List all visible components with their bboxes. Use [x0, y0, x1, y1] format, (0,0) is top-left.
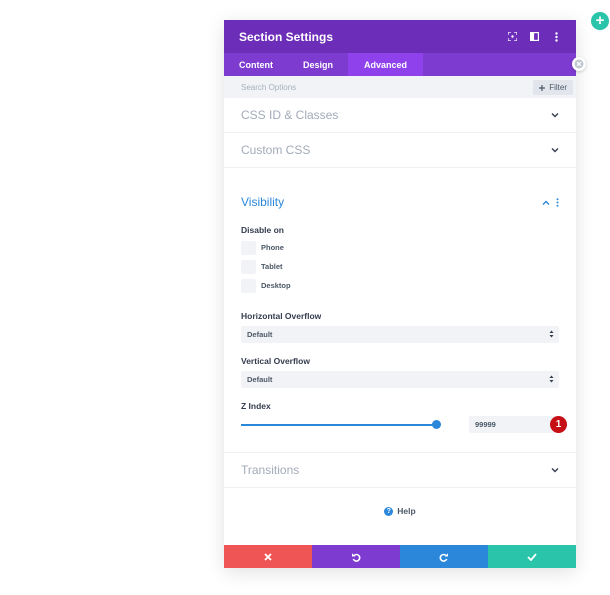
vertical-overflow-select[interactable]: Default	[241, 371, 559, 388]
checkbox-row-phone[interactable]: Phone	[224, 238, 576, 257]
z-index-input[interactable]: 99999	[469, 416, 557, 433]
search-input[interactable]: Search Options	[241, 83, 296, 92]
z-index-slider[interactable]	[241, 424, 440, 426]
phone-checkbox[interactable]	[241, 240, 256, 255]
toggle-label: Transitions	[241, 463, 300, 477]
modal-header: Section Settings	[224, 20, 576, 53]
modal-title: Section Settings	[239, 29, 334, 44]
toggle-transitions[interactable]: Transitions	[224, 453, 576, 488]
z-index-control: 99999 1	[224, 416, 576, 434]
expand-icon[interactable]	[507, 31, 517, 43]
toggle-label: CSS ID & Classes	[241, 108, 339, 122]
select-arrows-icon	[549, 375, 554, 383]
help-icon: ?	[384, 506, 394, 516]
modal-footer	[224, 545, 576, 568]
undo-icon	[352, 552, 361, 562]
sidebar-toggle-icon[interactable]	[529, 31, 539, 43]
search-options-bar[interactable]: Search Options Filter	[224, 76, 576, 98]
disable-on-label: Disable on	[241, 225, 284, 235]
desktop-checkbox[interactable]	[241, 278, 256, 293]
select-value: Default	[247, 330, 273, 339]
toggle-visibility[interactable]: Visibility	[224, 168, 576, 212]
chevron-up-icon[interactable]	[542, 200, 550, 206]
slider-fill	[241, 424, 436, 426]
vertical-overflow-label: Vertical Overflow	[241, 356, 310, 366]
slider-handle[interactable]	[432, 420, 441, 429]
checkbox-label: Phone	[261, 243, 284, 252]
tab-advanced[interactable]: Advanced	[348, 53, 424, 76]
close-icon	[574, 59, 584, 69]
save-icon	[527, 552, 537, 561]
redo-button[interactable]	[400, 545, 488, 568]
checkbox-row-tablet[interactable]: Tablet	[224, 257, 576, 276]
redo-icon	[439, 552, 448, 562]
checkbox-label: Desktop	[261, 281, 291, 290]
horizontal-overflow-select[interactable]: Default	[241, 326, 559, 343]
undo-button[interactable]	[312, 545, 400, 568]
chevron-down-icon	[551, 148, 559, 153]
plus-icon	[539, 84, 546, 91]
more-options-icon[interactable]	[551, 31, 561, 43]
tablet-checkbox[interactable]	[241, 259, 256, 274]
horizontal-overflow-label: Horizontal Overflow	[241, 311, 322, 321]
toggle-label: Custom CSS	[241, 143, 311, 157]
settings-tabs: Content Design Advanced	[224, 53, 576, 76]
filter-button[interactable]: Filter	[533, 80, 573, 95]
more-options-icon[interactable]	[556, 198, 559, 207]
add-module-button[interactable]: +	[591, 12, 609, 30]
tab-content[interactable]: Content	[224, 53, 288, 76]
filter-label: Filter	[549, 83, 567, 92]
visibility-title: Visibility	[241, 195, 285, 209]
tab-design[interactable]: Design	[288, 53, 348, 76]
step-marker-badge: 1	[550, 416, 567, 433]
cancel-button[interactable]	[224, 545, 312, 568]
select-arrows-icon	[549, 330, 554, 338]
cancel-icon	[264, 552, 272, 561]
close-modal-button[interactable]	[572, 57, 586, 71]
chevron-down-icon	[551, 468, 559, 473]
help-link[interactable]: ? Help	[224, 501, 576, 521]
checkbox-label: Tablet	[261, 262, 283, 271]
section-settings-modal: Section Settings Content Design Advanced…	[224, 20, 576, 568]
checkbox-row-desktop[interactable]: Desktop	[224, 276, 576, 295]
select-value: Default	[247, 375, 273, 384]
z-index-label: Z Index	[241, 401, 271, 411]
toggle-custom-css[interactable]: Custom CSS	[224, 133, 576, 168]
chevron-down-icon	[551, 113, 559, 118]
save-button[interactable]	[488, 545, 576, 568]
help-label: Help	[397, 506, 416, 516]
toggle-css-id-classes[interactable]: CSS ID & Classes	[224, 98, 576, 133]
